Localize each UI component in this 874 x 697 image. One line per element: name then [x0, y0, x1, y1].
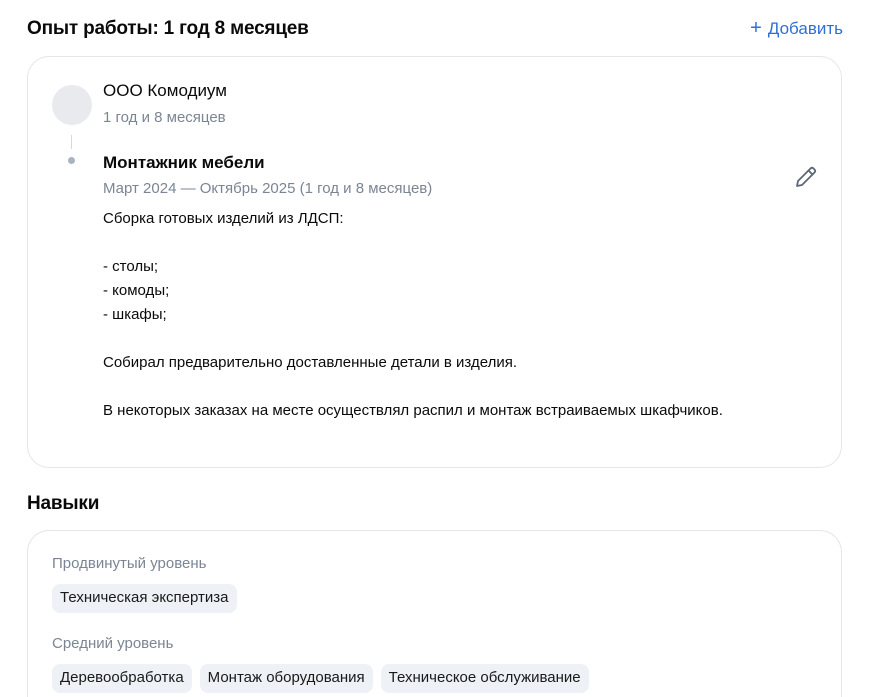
edit-experience-button[interactable] — [793, 164, 819, 190]
resume-page: Опыт работы: 1 год 8 месяцев + Добавить … — [0, 0, 874, 697]
job-description-line — [103, 231, 803, 255]
job-description-line: - шкафы; — [103, 306, 167, 323]
company-logo — [52, 85, 92, 125]
timeline-dot — [68, 157, 75, 164]
skill-level-label: Продвинутый уровень — [52, 555, 207, 572]
skill-tag: Монтаж оборудования — [199, 664, 373, 693]
skills-title: Навыки — [27, 493, 100, 514]
skills-header: Навыки — [27, 493, 843, 515]
job-dates: Март 2024 — Октябрь 2025 (1 год и 8 меся… — [103, 180, 433, 197]
experience-header: Опыт работы: 1 год 8 месяцев + Добавить — [27, 18, 843, 40]
pencil-icon — [796, 166, 817, 187]
job-description-line — [103, 375, 803, 399]
job-description-line: Сборка готовых изделий из ЛДСП: — [103, 210, 344, 227]
job-description-line: - столы; — [103, 258, 159, 275]
skills-card: Продвинутый уровень Техническая эксперти… — [27, 530, 842, 697]
skill-tags: Техническая экспертиза — [52, 584, 237, 613]
job-title: Монтажник мебели — [103, 153, 265, 172]
skill-tag: Техническое обслуживание — [380, 664, 589, 693]
job-description: Сборка готовых изделий из ЛДСП: - столы;… — [103, 207, 803, 423]
job-description-line: В некоторых заказах на месте осуществлял… — [103, 402, 723, 419]
timeline-line — [71, 135, 72, 149]
add-experience-button[interactable]: + Добавить — [750, 17, 843, 39]
plus-icon: + — [750, 17, 762, 39]
add-experience-label: Добавить — [767, 19, 843, 38]
job-description-line: - комоды; — [103, 282, 170, 299]
company-name: ООО Комодиум — [103, 81, 227, 100]
skill-tag: Деревообработка — [52, 664, 192, 693]
skill-tag: Техническая экспертиза — [52, 584, 237, 613]
experience-title: Опыт работы: 1 год 8 месяцев — [27, 18, 309, 39]
skill-tags: Деревообработка Монтаж оборудования Техн… — [52, 664, 589, 693]
company-duration: 1 год и 8 месяцев — [103, 109, 226, 126]
job-description-line: Собирал предварительно доставленные дета… — [103, 354, 517, 371]
job-description-line — [103, 327, 803, 351]
experience-card: ООО Комодиум 1 год и 8 месяцев Монтажник… — [27, 56, 842, 468]
skill-level-label: Средний уровень — [52, 635, 174, 652]
